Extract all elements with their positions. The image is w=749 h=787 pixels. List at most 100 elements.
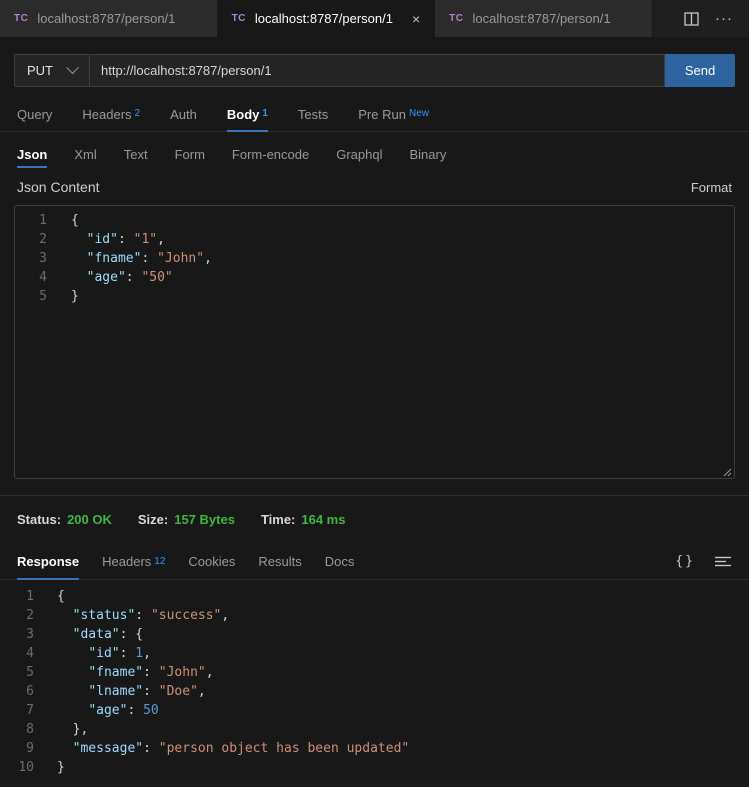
thunder-client-icon: TC: [232, 13, 246, 24]
method-dropdown[interactable]: PUT: [15, 55, 90, 86]
code-line: 3 "data": {: [0, 625, 749, 644]
code-text: "lname": "Doe",: [57, 682, 206, 701]
editor-tab-label: localhost:8787/person/1: [37, 11, 175, 26]
code-line: 2 "id": "1",: [15, 230, 734, 249]
response-tab-response[interactable]: Response: [17, 544, 79, 579]
body-type-tabs: Json Xml Text Form Form-encode Graphql Binary: [0, 132, 749, 177]
code-line: 6 "lname": "Doe",: [0, 682, 749, 701]
body-tab-form-encode[interactable]: Form-encode: [232, 143, 309, 166]
status-label: Status:: [17, 512, 61, 527]
response-tab-cookies[interactable]: Cookies: [188, 544, 235, 579]
response-tab-actions: {}: [675, 544, 732, 579]
editor-tabbar: TC localhost:8787/person/1 × TC localhost:87…: [0, 0, 749, 37]
code-text: "id": 1,: [57, 644, 151, 663]
editor-tab-3[interactable]: TClocalhost:8787/person/1×: [435, 0, 653, 37]
tab-headers[interactable]: Headers2: [82, 97, 140, 131]
code-text: {: [57, 587, 65, 606]
code-line: 1{: [0, 587, 749, 606]
thunder-client-icon: TC: [14, 13, 28, 24]
line-number: 4: [0, 644, 34, 663]
resize-handle-icon[interactable]: [721, 465, 732, 476]
line-number: 2: [0, 606, 34, 625]
tab-query[interactable]: Query: [17, 97, 52, 131]
line-number: 2: [15, 230, 47, 249]
editor-tab-2[interactable]: TC localhost:8787/person/1 ×: [218, 0, 436, 37]
code-text: "id": "1",: [71, 230, 165, 249]
code-line: 8 },: [0, 720, 749, 739]
close-icon[interactable]: ×: [412, 11, 420, 27]
response-tab-results[interactable]: Results: [258, 544, 301, 579]
format-button[interactable]: Format: [691, 180, 732, 195]
tab-body[interactable]: Body1: [227, 97, 268, 131]
code-text: "fname": "John",: [71, 249, 212, 268]
tab-tests[interactable]: Tests: [298, 97, 328, 131]
url-group: PUT: [14, 54, 665, 87]
code-line: 9 "message": "person object has been upd…: [0, 739, 749, 758]
tab-pre-run[interactable]: Pre RunNew: [358, 97, 429, 131]
code-line: 1{: [15, 211, 734, 230]
response-tab-docs[interactable]: Docs: [325, 544, 355, 579]
body-tab-form[interactable]: Form: [175, 143, 205, 166]
json-body-editor[interactable]: 1{2 "id": "1",3 "fname": "John",4 "age":…: [14, 205, 735, 479]
tab-label: Cookies: [188, 554, 235, 569]
response-status-bar: Status: 200 OK Size: 157 Bytes Time: 164…: [0, 496, 749, 542]
code-text: "data": {: [57, 625, 143, 644]
body-section-header: Json Content Format: [0, 177, 749, 205]
line-number: 7: [0, 701, 34, 720]
more-actions-icon[interactable]: ···: [715, 10, 733, 27]
line-number: 4: [15, 268, 47, 287]
tabbar-actions: ···: [684, 0, 749, 37]
send-button[interactable]: Send: [665, 54, 735, 87]
tab-label: Query: [17, 107, 52, 122]
body-tab-text[interactable]: Text: [124, 143, 148, 166]
tab-label: Headers: [102, 554, 151, 569]
code-text: {: [71, 211, 79, 230]
body-tab-graphql[interactable]: Graphql: [336, 143, 382, 166]
body-tab-xml[interactable]: Xml: [74, 143, 96, 166]
size-label: Size:: [138, 512, 168, 527]
response-tab-headers[interactable]: Headers12: [102, 544, 165, 579]
split-editor-icon[interactable]: [684, 12, 699, 26]
line-number: 8: [0, 720, 34, 739]
code-line: 7 "age": 50: [0, 701, 749, 720]
code-view-icon[interactable]: {}: [675, 554, 695, 569]
code-text: "message": "person object has been updat…: [57, 739, 409, 758]
tab-label: Docs: [325, 554, 355, 569]
code-text: "age": 50: [57, 701, 159, 720]
body-tab-json[interactable]: Json: [17, 143, 47, 166]
code-line: 2 "status": "success",: [0, 606, 749, 625]
url-input[interactable]: [90, 55, 664, 86]
editor-tab-label: localhost:8787/person/1: [473, 11, 611, 26]
body-section-title: Json Content: [17, 179, 100, 195]
request-bar: PUT Send: [14, 54, 735, 87]
code-text: "fname": "John",: [57, 663, 214, 682]
method-label: PUT: [27, 63, 53, 78]
request-tabs: Query Headers2 Auth Body1 Tests Pre RunNew: [0, 97, 749, 132]
code-line: 4 "age": "50": [15, 268, 734, 287]
tab-label: Response: [17, 554, 79, 569]
tab-auth[interactable]: Auth: [170, 97, 197, 131]
chevron-down-icon: [66, 61, 79, 74]
response-body-viewer[interactable]: 1{2 "status": "success",3 "data": {4 "id…: [0, 580, 749, 777]
code-text: },: [57, 720, 88, 739]
tab-label: Headers: [82, 107, 131, 122]
body-tab-binary[interactable]: Binary: [409, 143, 446, 166]
lines-view-icon[interactable]: [715, 555, 732, 568]
code-line: 10}: [0, 758, 749, 777]
thunder-client-icon: TC: [449, 13, 463, 24]
tab-badge: 1: [262, 109, 268, 119]
tab-label: Body: [227, 107, 260, 122]
line-number: 3: [0, 625, 34, 644]
code-text: "status": "success",: [57, 606, 229, 625]
line-number: 6: [0, 682, 34, 701]
tab-label: Auth: [170, 107, 197, 122]
code-text: }: [57, 758, 65, 777]
response-tabs: Response Headers12 Cookies Results Docs {}: [0, 544, 749, 580]
code-text: }: [71, 287, 79, 306]
tab-badge: New: [409, 109, 429, 119]
editor-tab-1[interactable]: TClocalhost:8787/person/1×: [0, 0, 218, 37]
code-line: 5 "fname": "John",: [0, 663, 749, 682]
editor-tab-label: localhost:8787/person/1: [255, 11, 393, 26]
size-value: 157 Bytes: [174, 512, 235, 527]
tab-badge: 12: [154, 557, 165, 567]
